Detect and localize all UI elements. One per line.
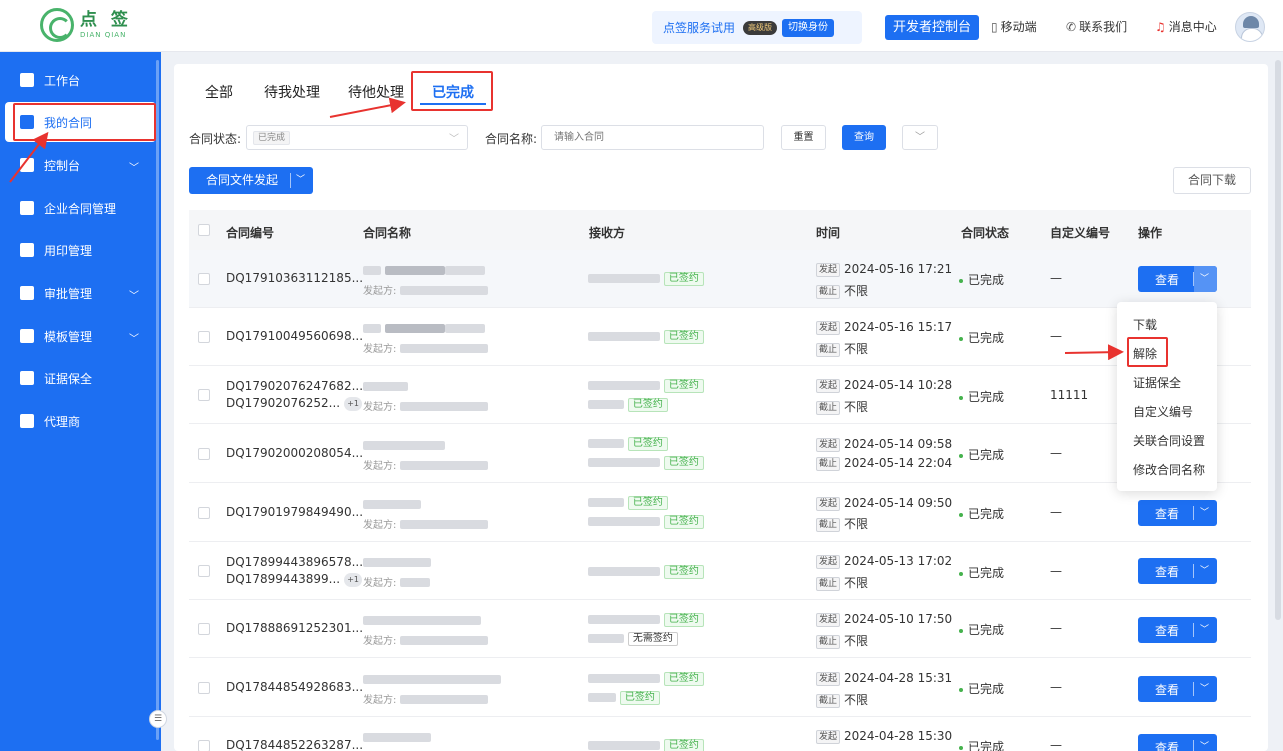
- arrow-to-terminate: [1064, 344, 1124, 361]
- arrow-to-completed-tab: [329, 97, 406, 118]
- annotation-arrows: [9, 97, 1124, 361]
- arrow-to-my-contracts: [9, 131, 49, 183]
